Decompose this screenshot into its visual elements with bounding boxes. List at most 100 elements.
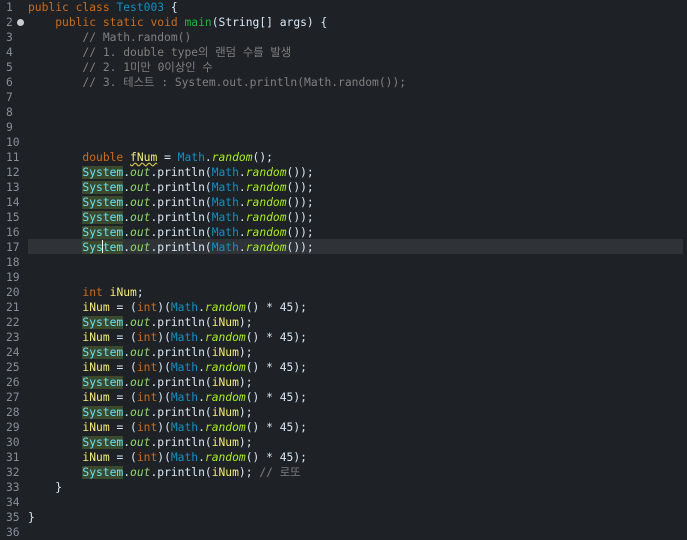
line-number: 10 [6, 136, 20, 149]
code-comment: // 3. 테스트 : System.out.println(Math.rand… [82, 76, 407, 89]
code-line-19[interactable]: 19 [0, 270, 687, 285]
code-line-6[interactable]: 6 // 3. 테스트 : System.out.println(Math.ra… [0, 75, 687, 90]
fold-toggle-icon[interactable] [17, 19, 24, 26]
code-punct: ); [238, 346, 253, 359]
line-number: 28 [6, 406, 20, 419]
code-text: // 3. 테스트 : System.out.println(Math.rand… [28, 75, 406, 90]
keyword-static: static [102, 16, 144, 29]
method-random: random [211, 151, 253, 164]
code-comment: // 로또 [259, 466, 301, 479]
closing-brace: } [28, 511, 35, 524]
code-punct: )( [157, 421, 171, 434]
code-line-20[interactable]: 20 int iNum; [0, 285, 687, 300]
code-comment: // Math.random() [82, 31, 192, 44]
method-random: random [204, 301, 246, 314]
code-line-27[interactable]: 27 iNum = (int)(Math.random() * 45); [0, 390, 687, 405]
code-line-26[interactable]: 26 System.out.println(iNum); [0, 375, 687, 390]
code-line-4[interactable]: 4 // 1. double type의 랜덤 수를 발생 [0, 45, 687, 60]
operator: = ( [109, 331, 137, 344]
code-line-2[interactable]: 2 public static void main(String[] args)… [0, 15, 687, 30]
line-number: 1 [6, 1, 13, 14]
operator: = [157, 151, 178, 164]
variable-fnum-warning: fNum [130, 151, 158, 164]
keyword-public: public [28, 1, 69, 14]
code-line-31[interactable]: 31 iNum = (int)(Math.random() * 45); [0, 450, 687, 465]
keyword-int: int [136, 391, 158, 404]
code-line-7[interactable]: 7 [0, 90, 687, 105]
operator: = ( [109, 301, 137, 314]
method-println: println( [157, 181, 212, 194]
code-line-13[interactable]: 13 System.out.println(Math.random()); [0, 180, 687, 195]
code-line-17[interactable]: 17 System.out.println(Math.random()); [0, 240, 687, 255]
code-text: } [28, 480, 62, 495]
code-line-33[interactable]: 33 } [0, 480, 687, 495]
code-line-18[interactable]: 18 [0, 255, 687, 270]
class-math: Math [211, 196, 239, 209]
code-line-10[interactable]: 10 [0, 135, 687, 150]
code-line-24[interactable]: 24 System.out.println(iNum); [0, 345, 687, 360]
code-line-15[interactable]: 15 System.out.println(Math.random()); [0, 210, 687, 225]
code-line-9[interactable]: 9 [0, 120, 687, 135]
code-line-30[interactable]: 30 System.out.println(iNum); [0, 435, 687, 450]
class-system: System [82, 376, 124, 389]
operator: = ( [109, 361, 137, 374]
code-line-16[interactable]: 16 System.out.println(Math.random()); [0, 225, 687, 240]
class-math: Math [211, 226, 239, 239]
line-number: 3 [6, 31, 13, 44]
keyword-int: int [136, 331, 158, 344]
code-line-11[interactable]: 11 double fNum = Math.random(); [0, 150, 687, 165]
variable-inum: iNum [82, 301, 110, 314]
code-punct: ()); [286, 226, 314, 239]
class-math: Math [170, 421, 199, 434]
code-punct: ()); [286, 181, 314, 194]
variable-inum: iNum [82, 331, 110, 344]
variable-inum: iNum [82, 421, 110, 434]
code-line-32[interactable]: 32 System.out.println(iNum); // 로또 [0, 465, 687, 480]
code-line-22[interactable]: 22 System.out.println(iNum); [0, 315, 687, 330]
code-line-36[interactable]: 36 [0, 525, 687, 540]
code-text: System.out.println(Math.random()); [82, 196, 314, 209]
code-text: int iNum; [28, 285, 144, 300]
code-text: System.out.println(iNum); // 로또 [82, 466, 301, 479]
class-system: System [82, 346, 124, 359]
class-system: System [82, 316, 124, 329]
code-text: iNum = (int)(Math.random() * 45); [82, 331, 307, 344]
code-comment: // 2. 1미만 0이상인 수 [82, 61, 213, 74]
code-punct: () * 45); [245, 331, 307, 344]
code-line-25[interactable]: 25 iNum = (int)(Math.random() * 45); [0, 360, 687, 375]
code-line-35[interactable]: 35} [0, 510, 687, 525]
code-text: System.out.println(iNum); [82, 406, 253, 419]
code-line-8[interactable]: 8 [0, 105, 687, 120]
code-line-34[interactable]: 34 [0, 495, 687, 510]
code-text: System.out.println(Math.random()); [82, 226, 314, 239]
text-cursor [102, 240, 104, 253]
class-name: Test003 [116, 1, 165, 14]
code-text: iNum = (int)(Math.random() * 45); [82, 421, 307, 434]
code-line-28[interactable]: 28 System.out.println(iNum); [0, 405, 687, 420]
field-out: out [130, 211, 151, 224]
code-punct: () * 45); [245, 451, 307, 464]
line-number: 29 [6, 421, 20, 434]
method-println: println( [157, 346, 212, 359]
code-line-3[interactable]: 3 // Math.random() [0, 30, 687, 45]
code-line-1[interactable]: 1 public class Test003 { [0, 0, 687, 15]
code-line-14[interactable]: 14 System.out.println(Math.random()); [0, 195, 687, 210]
code-text: System.out.println(iNum); [82, 376, 253, 389]
class-system: System [82, 181, 124, 194]
method-random: random [245, 241, 287, 254]
code-line-23[interactable]: 23 iNum = (int)(Math.random() * 45); [0, 330, 687, 345]
code-line-12[interactable]: 12 System.out.println(Math.random()); [0, 165, 687, 180]
keyword-public: public [55, 16, 97, 29]
method-random: random [245, 211, 287, 224]
code-punct: ()); [286, 211, 314, 224]
method-println: println( [157, 226, 212, 239]
semicolon: ; [136, 286, 144, 299]
line-number: 26 [6, 376, 20, 389]
code-line-21[interactable]: 21 iNum = (int)(Math.random() * 45); [0, 300, 687, 315]
code-line-5[interactable]: 5 // 2. 1미만 0이상인 수 [0, 60, 687, 75]
code-line-29[interactable]: 29 iNum = (int)(Math.random() * 45); [0, 420, 687, 435]
code-text: iNum = (int)(Math.random() * 45); [82, 451, 307, 464]
code-editor[interactable]: 1 public class Test003 {2 public static v… [0, 0, 687, 539]
method-println: println( [157, 466, 212, 479]
class-system: System [82, 166, 124, 179]
